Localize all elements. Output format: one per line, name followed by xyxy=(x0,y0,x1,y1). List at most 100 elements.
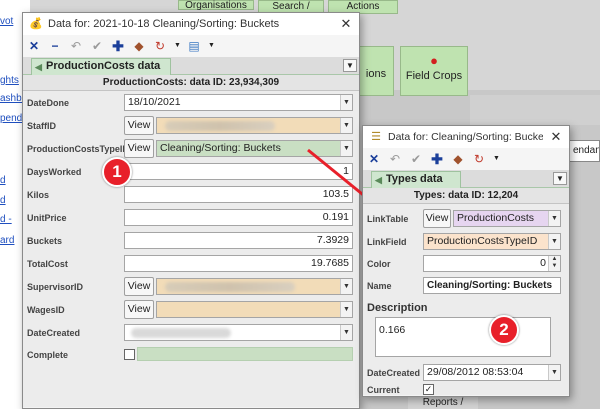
field-label: TotalCost xyxy=(27,259,68,269)
attendance-label: endance xyxy=(573,145,600,156)
close-icon[interactable]: ✕ xyxy=(333,16,359,32)
field-label: Kilos xyxy=(27,190,50,200)
tab-types-data[interactable]: ◀ Types data xyxy=(371,171,461,188)
wages-view-button[interactable]: View xyxy=(124,300,154,319)
record-header: Types: data ID: 12,204 xyxy=(363,188,569,204)
undo-icon[interactable]: ↶ xyxy=(69,39,83,53)
link-table-field[interactable]: ProductionCosts ▼ xyxy=(453,210,561,227)
chevron-down-icon[interactable]: ▼ xyxy=(340,302,352,317)
window-titlebar: 💰 Data for: 2021-10-18 Cleaning/Sorting:… xyxy=(23,13,359,35)
chevron-down-icon[interactable]: ▼ xyxy=(553,172,567,185)
window-title: Data for: 2021-10-18 Cleaning/Sorting: B… xyxy=(48,18,280,30)
complete-bar xyxy=(137,347,353,361)
description-field[interactable]: 0.166 xyxy=(375,317,551,357)
redacted-value xyxy=(131,328,231,338)
record-header: ProductionCosts: data ID: 23,934,309 xyxy=(23,75,359,91)
supervisor-view-button[interactable]: View xyxy=(124,277,154,296)
background-link[interactable]: d - xyxy=(0,214,12,225)
buckets-field[interactable]: 7.3929 xyxy=(124,232,353,249)
delete-icon[interactable]: ✕ xyxy=(367,152,381,166)
chevron-down-icon[interactable]: ▼ xyxy=(340,118,352,133)
chevron-down-icon[interactable]: ▼ xyxy=(340,279,352,294)
field-label: StaffID xyxy=(27,121,56,131)
field-label: DateCreated xyxy=(367,368,421,378)
chevron-down-icon[interactable]: ▼ xyxy=(548,365,560,380)
tab-label: ProductionCosts data xyxy=(46,60,161,72)
field-label: SupervisorID xyxy=(27,282,84,292)
wages-id-field[interactable]: ▼ xyxy=(156,301,353,318)
field-value: 0 xyxy=(540,257,546,269)
check-icon[interactable]: ✔ xyxy=(409,152,423,166)
minus-icon[interactable]: − xyxy=(48,39,62,53)
color-field[interactable]: 0 ▲ ▼ xyxy=(423,255,561,272)
toolbar: ✕ ↶ ✔ ✚ ◆ ↻ ▼ xyxy=(363,148,569,170)
link-field-field[interactable]: ProductionCostsTypeID ▼ xyxy=(423,233,561,250)
current-checkbox[interactable]: ✓ xyxy=(423,384,434,395)
check-icon[interactable]: ✔ xyxy=(90,39,104,53)
staff-id-field[interactable]: ▼ xyxy=(156,117,353,134)
field-label: DateDone xyxy=(27,98,70,108)
background-link[interactable]: ard xyxy=(0,235,14,246)
field-label: LinkTable xyxy=(367,214,409,224)
chevron-down-icon[interactable]: ▼ xyxy=(174,39,181,53)
field-value: ProductionCostsTypeID xyxy=(427,235,538,247)
field-label: UnitPrice xyxy=(27,213,67,223)
add-icon[interactable]: ✚ xyxy=(430,152,444,166)
tab-productioncosts-data[interactable]: ◀ ProductionCosts data xyxy=(31,58,171,75)
window-title: Data for: Cleaning/Sorting: Buckets xyxy=(388,131,543,143)
delete-icon[interactable]: ✕ xyxy=(27,39,41,53)
add-icon[interactable]: ✚ xyxy=(111,39,125,53)
field-crops-button[interactable]: ● Field Crops xyxy=(400,46,468,96)
eraser-icon[interactable]: ◆ xyxy=(451,152,465,166)
money-bag-icon: 💰 xyxy=(29,18,43,30)
field-value: 29/08/2012 08:53:04 xyxy=(427,366,524,378)
link-table-view-button[interactable]: View xyxy=(423,209,451,228)
field-label: Current xyxy=(367,385,400,395)
supervisor-id-field[interactable]: ▼ xyxy=(156,278,353,295)
background-button[interactable]: ions xyxy=(358,46,394,96)
total-cost-field[interactable]: 19.7685 xyxy=(124,255,353,272)
types-window: ☰ Data for: Cleaning/Sorting: Buckets ✕ … xyxy=(362,125,570,397)
chevron-down-icon[interactable]: ▼ xyxy=(208,39,215,53)
organisations-tab[interactable]: Organisations xyxy=(178,0,254,11)
staff-view-button[interactable]: View xyxy=(124,116,154,135)
field-label: Name xyxy=(367,281,392,291)
field-label: Buckets xyxy=(27,236,63,246)
background-link[interactable]: d xyxy=(0,195,6,206)
field-crops-label: Field Crops xyxy=(405,70,463,82)
field-value: Cleaning/Sorting: Buckets xyxy=(160,142,281,154)
background-link[interactable]: pend xyxy=(0,113,22,124)
field-label: Color xyxy=(367,259,391,269)
reports-tab[interactable]: Reports / xyxy=(408,396,478,409)
date-created-field[interactable]: 29/08/2012 08:53:04 ▼ xyxy=(423,364,561,381)
complete-checkbox[interactable] xyxy=(124,349,135,360)
field-label: LinkField xyxy=(367,237,407,247)
field-label: DateCreated xyxy=(27,328,81,338)
close-icon[interactable]: ✕ xyxy=(543,129,569,145)
name-field[interactable]: Cleaning/Sorting: Buckets xyxy=(423,277,561,294)
eraser-icon[interactable]: ◆ xyxy=(132,39,146,53)
field-label: DaysWorked xyxy=(27,167,82,177)
types-form: LinkTable View ProductionCosts ▼ LinkFie… xyxy=(363,204,569,395)
date-created-field[interactable]: ▼ xyxy=(124,324,353,341)
chevron-down-icon[interactable]: ▼ xyxy=(548,234,560,249)
background-link[interactable]: vot xyxy=(0,16,13,27)
print-icon[interactable]: ▤ xyxy=(187,39,201,53)
chevron-down-icon[interactable]: ▼ xyxy=(548,211,560,226)
background-link[interactable]: d xyxy=(0,175,6,186)
stepper-icon[interactable]: ▲ ▼ xyxy=(548,256,560,271)
background-link[interactable]: ghts xyxy=(0,75,19,86)
chevron-down-icon[interactable]: ▼ xyxy=(340,95,352,110)
tab-marker-icon: ◀ xyxy=(375,175,382,185)
tab-strip: ◀ ProductionCosts data ▼ xyxy=(23,57,359,75)
chevron-down-icon[interactable]: ▼ xyxy=(343,59,357,72)
refresh-icon[interactable]: ↻ xyxy=(472,152,486,166)
date-done-field[interactable]: 18/10/2021 ▼ xyxy=(124,94,353,111)
refresh-icon[interactable]: ↻ xyxy=(153,39,167,53)
redacted-value xyxy=(165,282,295,292)
type-view-button[interactable]: View xyxy=(124,139,154,158)
callout-badge-2: 2 xyxy=(489,315,519,345)
undo-icon[interactable]: ↶ xyxy=(388,152,402,166)
chevron-down-icon[interactable]: ▼ xyxy=(340,325,352,340)
chevron-down-icon[interactable]: ▼ xyxy=(493,152,500,166)
